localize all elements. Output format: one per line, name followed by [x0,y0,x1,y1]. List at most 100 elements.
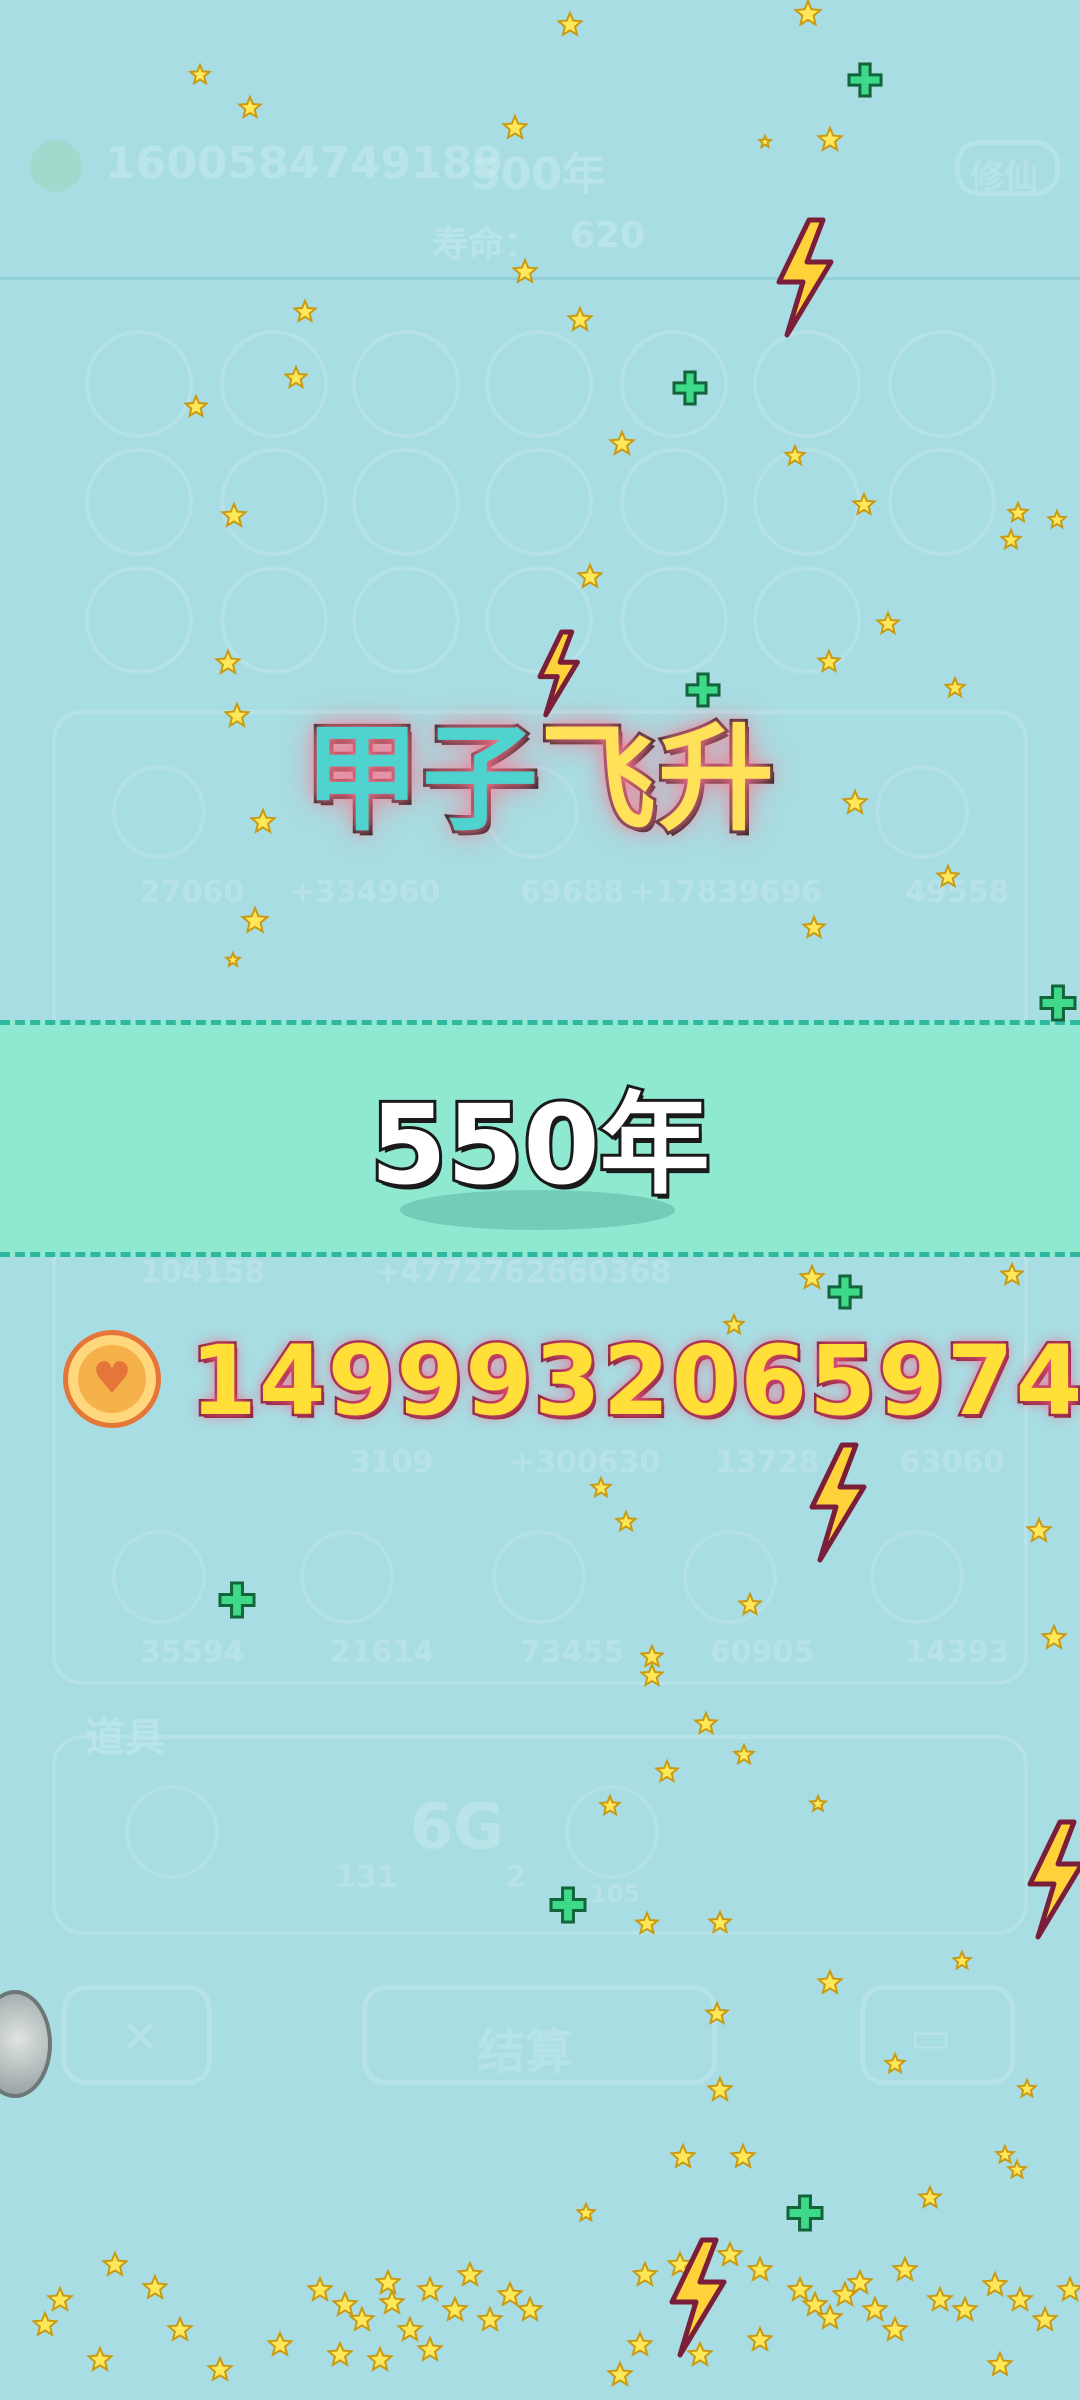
coin-value: 1499932065974 [187,1323,1080,1440]
star-icon [669,2142,697,2169]
character-face-icon[interactable] [492,1530,586,1624]
star-icon [516,2295,544,2322]
star-icon [686,2340,714,2367]
item-count: 105 [590,1880,641,1908]
star-icon [331,2290,359,2317]
bg-number: +4772762660368 [375,1255,672,1290]
star-icon [692,1710,720,1735]
bg-number: 49558 [905,875,1010,910]
star-icon [566,305,594,332]
star-icon [608,429,636,456]
skill-icon[interactable] [485,448,593,556]
bg-number: 104158 [140,1255,266,1290]
item-count: 131 [335,1860,398,1895]
star-icon [476,2305,504,2332]
lifespan-value: 620 [570,215,646,256]
star-icon [374,2268,402,2295]
skill-icon[interactable] [888,330,996,438]
skill-icon[interactable] [753,448,861,556]
bg-number: 27060 [140,875,245,910]
bg-number: 3109 [350,1445,434,1480]
star-icon [266,2330,294,2357]
bg-number: 69688 [520,875,625,910]
star-icon [574,2201,598,2223]
star-icon [46,2285,74,2312]
star-icon [236,94,264,119]
skill-icon[interactable] [220,566,328,674]
star-icon [1045,508,1069,530]
star-icon [746,2255,774,2282]
skill-icon[interactable] [753,566,861,674]
star-icon [746,2325,774,2352]
star-icon [716,2240,744,2267]
close-button[interactable]: ✕ [62,1985,212,2085]
star-icon [874,610,902,635]
character-face-icon[interactable] [112,1530,206,1624]
star-icon [348,2305,376,2332]
star-icon [891,2255,919,2282]
star-icon [396,2315,424,2342]
character-face-icon[interactable] [683,1530,777,1624]
skill-icon[interactable] [220,330,328,438]
star-icon [1025,1516,1053,1543]
skill-icon[interactable] [220,448,328,556]
item-icon[interactable] [125,1785,219,1879]
skill-icon[interactable] [888,448,996,556]
star-icon [666,2250,694,2277]
plus-icon [1039,984,1077,1022]
star-icon [441,2295,469,2322]
star-icon [793,0,823,27]
star-icon [366,2345,394,2372]
star-icon [861,2295,889,2322]
star-icon [188,62,212,86]
skill-icon[interactable] [85,448,193,556]
title-part-feisheng: 飞升 [537,709,777,850]
skill-icon[interactable] [485,566,593,674]
star-icon [141,2273,169,2300]
star-icon [993,2143,1017,2165]
cultivate-button[interactable]: 修仙 [955,140,1060,197]
star-icon [881,2315,909,2342]
item-6g-label: 6G [410,1790,505,1863]
star-icon [626,2330,654,2357]
side-floating-ball-icon[interactable] [0,1990,52,2098]
skill-icon[interactable] [352,448,460,556]
star-icon [326,2340,354,2367]
star-icon [986,2350,1014,2377]
star-icon [306,2275,334,2302]
title-part-jiazi: 甲子 [301,709,541,850]
character-face-icon[interactable] [300,1530,394,1624]
star-icon [86,2345,114,2372]
skill-icon[interactable] [352,330,460,438]
player-avatar [30,140,82,192]
skill-icon[interactable] [85,566,193,674]
bag-button[interactable]: ▭ [860,1985,1015,2085]
skill-icon[interactable] [620,330,728,438]
star-icon [166,2315,194,2342]
character-face-icon[interactable] [870,1530,964,1624]
star-icon [846,2268,874,2295]
star-icon [1031,2305,1059,2332]
skill-icon[interactable] [352,566,460,674]
skill-icon[interactable] [620,566,728,674]
star-icon [1040,1623,1068,1650]
star-icon [556,10,584,37]
star-icon [706,2075,734,2102]
settle-button[interactable]: 结算 [362,1985,717,2085]
bg-number: +17839696 [630,875,823,910]
star-icon [1005,2158,1029,2180]
skill-icon[interactable] [620,448,728,556]
bg-number: 21614 [330,1635,435,1670]
star-icon [31,2310,59,2337]
bg-number: 73455 [520,1635,625,1670]
bg-number: 63060 [900,1445,1005,1480]
item-icon[interactable] [565,1785,659,1879]
bg-number: 60905 [710,1635,815,1670]
star-icon [576,562,604,589]
skill-icon[interactable] [753,330,861,438]
skill-icon[interactable] [485,330,593,438]
years-value: 550年 [367,1078,713,1212]
skill-icon[interactable] [85,330,193,438]
star-icon [916,2184,944,2210]
settle-button-label: 结算 [477,2024,574,2080]
